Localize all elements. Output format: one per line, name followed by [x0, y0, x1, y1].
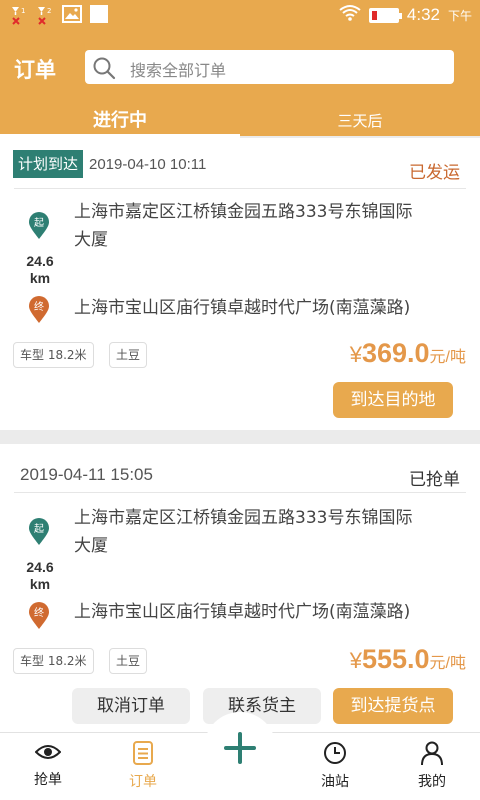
nav-mine-label: 我的	[418, 774, 446, 790]
cancel-order-button[interactable]: 取消订单	[72, 688, 190, 724]
destination-address: 上海市宝山区庙行镇卓越时代广场(南蕰藻路)	[74, 602, 411, 622]
order-card[interactable]: 计划到达 2019-04-10 10:11 已发运 起 上海市嘉定区江桥镇金园五…	[0, 138, 480, 430]
search-icon	[92, 56, 116, 84]
arrive-pickup-button[interactable]: 到达提货点	[333, 688, 453, 724]
plus-icon	[224, 732, 256, 764]
search-input[interactable]: 搜索全部订单	[85, 50, 454, 84]
price: ¥369.0元/吨	[350, 338, 466, 369]
arrive-destination-button[interactable]: 到达目的地	[333, 382, 453, 418]
origin-address-line2: 大厦	[74, 230, 108, 250]
tab-in-progress-label: 进行中	[93, 110, 147, 131]
sim2-no-signal-icon: 2	[36, 6, 54, 26]
price-currency: ¥	[349, 342, 362, 367]
price-amount: 369.0	[361, 338, 430, 368]
nav-grab-orders-label: 抢单	[34, 772, 62, 788]
tab-three-days-later-label: 三天后	[337, 112, 383, 130]
start-pin-icon: 起	[28, 518, 50, 546]
cargo-tag: 土豆	[109, 342, 148, 368]
svg-text:起: 起	[34, 217, 44, 229]
origin-address-line1: 上海市嘉定区江桥镇金园五路333号东锦国际	[74, 202, 413, 222]
end-pin-icon: 终	[28, 602, 50, 630]
svg-text:2: 2	[47, 7, 51, 15]
page-title: 订单	[14, 58, 56, 82]
nav-gas-station[interactable]: 油站	[305, 741, 365, 791]
svg-text:起: 起	[34, 523, 44, 535]
price-currency: ¥	[349, 648, 362, 673]
person-icon	[402, 741, 462, 769]
origin-address-line2: 大厦	[74, 536, 108, 556]
planned-arrival-badge: 计划到达	[13, 150, 84, 178]
end-pin-icon: 终	[28, 296, 50, 324]
destination-address: 上海市宝山区庙行镇卓越时代广场(南蕰藻路)	[74, 298, 411, 318]
distance-unit: km	[29, 270, 51, 286]
distance-value: 24.6	[26, 253, 54, 269]
status-icons-right: 4:32 下午	[339, 4, 472, 26]
price-amount: 555.0	[361, 644, 430, 674]
origin-address-line1: 上海市嘉定区江桥镇金园五路333号东锦国际	[74, 508, 413, 528]
order-card[interactable]: 2019-04-11 15:05 已抢单 起 上海市嘉定区江桥镇金园五路333号…	[0, 444, 480, 734]
order-list-icon	[113, 741, 173, 769]
wifi-icon	[339, 4, 361, 26]
app-header: 订单 搜索全部订单 进行中 三天后	[0, 32, 480, 138]
gallery-icon	[62, 5, 82, 27]
order-datetime: 2019-04-10 10:11	[89, 156, 207, 173]
distance-unit: km	[29, 576, 51, 592]
clock-icon	[305, 741, 365, 769]
price: ¥555.0元/吨	[350, 644, 466, 675]
add-button[interactable]	[204, 712, 276, 784]
order-status: 已抢单	[409, 470, 460, 490]
order-status: 已发运	[409, 163, 460, 183]
distance-value: 24.6	[26, 559, 54, 575]
vehicle-tag: 车型 18.2米	[13, 648, 94, 674]
screen: 1 2 4:32 下午 订单 搜索全部订单 进行中 三天后 计划到达 2019-…	[0, 0, 480, 800]
svg-text:终: 终	[34, 606, 44, 619]
nav-mine[interactable]: 我的	[402, 741, 462, 791]
clock-time: 4:32	[406, 5, 440, 24]
nav-gas-station-label: 油站	[321, 774, 349, 790]
price-unit: 元/吨	[429, 349, 466, 366]
price-unit: 元/吨	[429, 655, 466, 672]
tab-three-days-later[interactable]: 三天后	[240, 110, 480, 140]
status-bar: 1 2 4:32 下午	[0, 0, 480, 32]
order-datetime: 2019-04-11 15:05	[20, 465, 153, 484]
notification-square-icon	[90, 5, 108, 27]
start-pin-icon: 起	[28, 212, 50, 240]
search-placeholder: 搜索全部订单	[130, 61, 227, 80]
battery-low-icon	[368, 7, 402, 23]
svg-text:终: 终	[34, 300, 44, 313]
nav-grab-orders[interactable]: 抢单	[18, 741, 78, 789]
clock-ampm: 下午	[447, 8, 472, 23]
eye-icon	[18, 741, 78, 767]
vehicle-tag: 车型 18.2米	[13, 342, 94, 368]
sim1-no-signal-icon: 1	[10, 6, 28, 26]
tab-in-progress[interactable]: 进行中	[0, 106, 240, 138]
nav-orders[interactable]: 订单	[113, 741, 173, 791]
divider	[14, 188, 466, 189]
svg-text:1: 1	[21, 7, 25, 15]
nav-orders-label: 订单	[129, 774, 157, 790]
status-icons-left: 1 2	[10, 5, 108, 27]
divider	[14, 492, 466, 493]
cargo-tag: 土豆	[109, 648, 148, 674]
